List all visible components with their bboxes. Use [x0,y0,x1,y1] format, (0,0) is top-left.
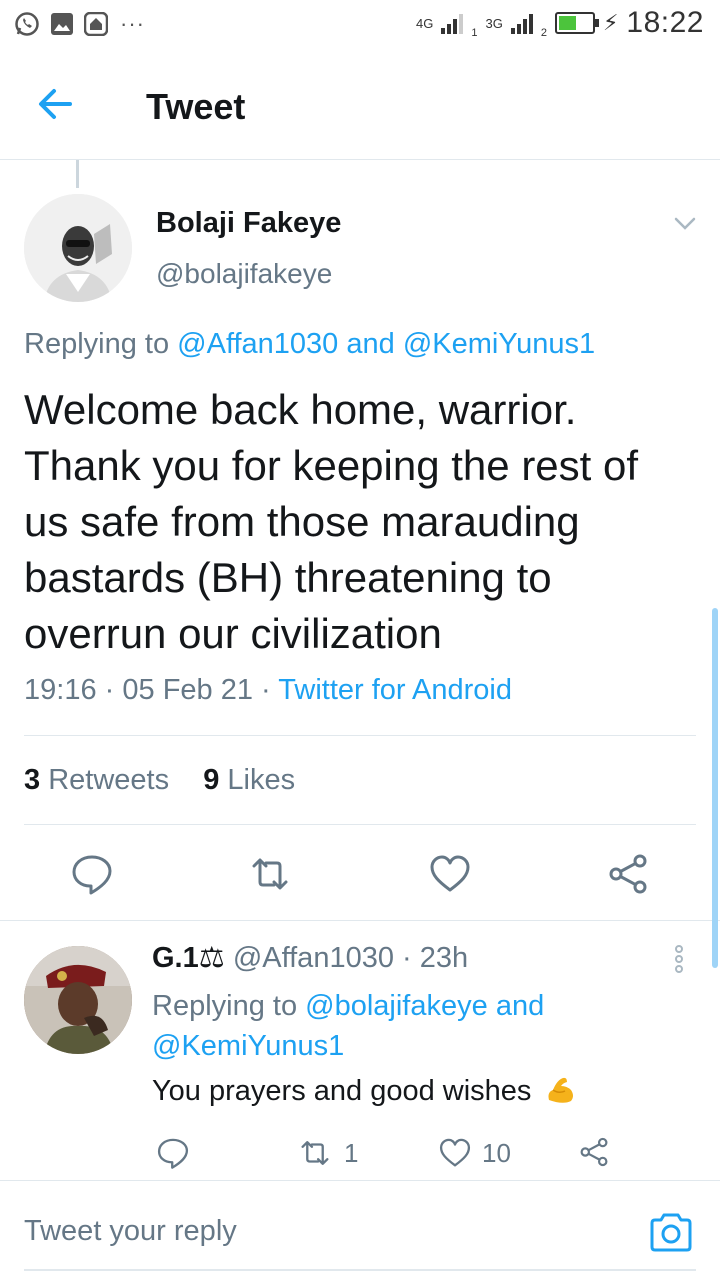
gallery-icon [51,13,73,35]
scrollbar[interactable] [712,608,718,968]
tweet-meta: 19:16 · 05 Feb 21 · Twitter for Android [24,674,512,707]
author-handle[interactable]: @bolajifakeye [156,258,332,290]
clock: 18:22 [626,6,704,39]
replying-and[interactable]: and [496,990,544,1022]
mention-link[interactable]: @Affan1030 [177,328,338,360]
likes-stat[interactable]: 9 Likes [203,764,295,796]
reply-body: You prayers and good wishes [152,1074,577,1108]
like-icon[interactable] [428,852,472,896]
reply-like-count: 10 [482,1137,511,1168]
reply-reply-button[interactable] [156,1136,190,1170]
mention-link[interactable]: @bolajifakeye [305,990,488,1022]
tweet-date: 05 Feb 21 [122,674,253,706]
divider [24,735,696,736]
reply-author-name[interactable]: G.1⚖ [152,942,225,974]
battery-icon [554,12,599,34]
meta-separator: · [104,674,115,706]
reply-icon [157,1138,189,1169]
whatsapp-icon [15,12,39,36]
author-name[interactable]: Bolaji Fakeye [156,207,341,240]
reply-replying-to: Replying to @bolajifakeye and @KemiYunus… [152,986,672,1066]
reply-retweet-button[interactable]: 1 [296,1136,358,1170]
reply-input[interactable]: Tweet your reply [24,1215,237,1248]
likes-count: 9 [203,764,220,796]
meta-separator: · [261,674,271,706]
tweet-source-link[interactable]: Twitter for Android [278,674,512,706]
replying-prefix: Replying to [24,328,170,360]
chevron-down-icon[interactable] [670,208,700,238]
more-notifications: ··· [120,11,145,36]
back-arrow-icon[interactable] [30,84,80,124]
signal-icon-2 [510,12,533,34]
reply-time: 23h [419,942,469,974]
likes-label: Likes [227,764,296,796]
reply-separator: · [402,942,412,974]
home-icon [84,12,108,36]
status-bar: ··· 4G 1 3G 2 ⚡ 18:22 [0,0,720,48]
retweet-icon[interactable] [248,852,292,896]
notification-icons: ··· [14,11,145,37]
reply-body-text: You prayers and good wishes [152,1075,532,1107]
retweet-icon [301,1141,329,1165]
tweet-stats: 3 Retweets 9 Likes [24,764,295,797]
tweet-body: Welcome back home, warrior. Thank you fo… [24,386,639,657]
author-avatar[interactable] [24,194,132,302]
camera-icon[interactable] [648,1211,694,1253]
share-icon[interactable] [606,852,650,896]
divider [24,824,696,825]
tweet-time: 19:16 [24,674,97,706]
signal-icon-1 [441,12,464,34]
replying-to: Replying to @Affan1030 and @KemiYunus1 [24,328,595,361]
reply-share-button[interactable] [578,1136,610,1168]
reply-like-button[interactable]: 10 [438,1136,511,1170]
reply-header: G.1⚖ @Affan1030 · 23h [152,940,468,975]
sim-1-label: 1 [471,27,478,39]
reply-avatar[interactable] [24,946,132,1054]
reply-icon[interactable] [70,852,114,896]
mention-link[interactable]: @KemiYunus1 [152,1030,344,1062]
app-bar: Tweet [0,48,720,160]
share-icon [580,1137,608,1167]
sim-2-label: 2 [540,27,547,39]
page-title: Tweet [146,86,246,127]
reply-author-handle[interactable]: @Affan1030 [233,942,394,974]
divider [0,920,720,921]
network-type-1: 4G [416,15,434,31]
thread-connector [76,160,79,188]
retweets-label: Retweets [48,764,170,796]
charging-icon: ⚡ [602,10,619,35]
replying-and[interactable]: and [346,328,394,360]
flexed-biceps-emoji [548,1077,574,1103]
reply-retweet-count: 1 [344,1137,359,1168]
retweets-count: 3 [24,764,41,796]
network-type-2: 3G [485,15,503,31]
compose-underline [24,1269,696,1271]
replying-prefix: Replying to [152,990,298,1022]
like-icon [439,1138,471,1167]
system-status: 4G 1 3G 2 ⚡ 18:22 [416,6,704,40]
more-vertical-icon[interactable] [670,944,688,974]
retweets-stat[interactable]: 3 Retweets [24,764,169,796]
compose-bar: Tweet your reply [0,1180,720,1280]
mention-link[interactable]: @KemiYunus1 [403,328,595,360]
